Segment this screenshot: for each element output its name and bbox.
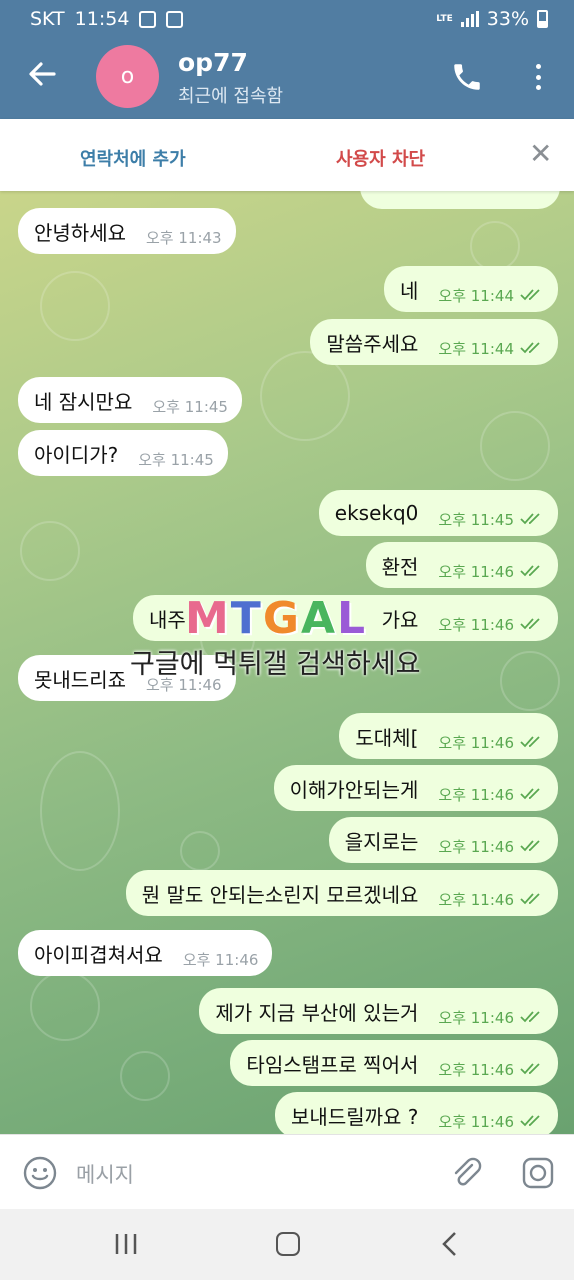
- message-bubble-partial: [360, 191, 560, 209]
- system-nav-bar: [0, 1209, 574, 1280]
- back-arrow-icon[interactable]: [24, 56, 60, 92]
- signal-icon: [460, 11, 479, 27]
- message-time: 오후 11:46: [438, 562, 514, 581]
- message-text: 타임스탬프로 찍어서: [246, 1052, 419, 1077]
- message-text: 도대체[: [355, 725, 419, 750]
- nav-back-icon[interactable]: [440, 1231, 460, 1257]
- message-bubble[interactable]: 아이디가? 오후 11:45: [18, 430, 228, 476]
- message-text-end: 가요: [381, 607, 419, 632]
- avatar-letter: o: [120, 64, 135, 89]
- add-contact-button[interactable]: 연락처에 추가: [80, 145, 186, 171]
- message-bubble[interactable]: 타임스탬프로 찍어서 오후 11:46: [230, 1040, 558, 1086]
- message-text: 내주: [149, 607, 186, 632]
- message-bubble[interactable]: 내주 가요 오후 11:46: [133, 595, 558, 641]
- read-tick-icon: [520, 1063, 540, 1075]
- attach-icon[interactable]: [448, 1155, 484, 1191]
- message-text: 네: [399, 278, 419, 303]
- battery-icon: [537, 10, 548, 28]
- message-bubble[interactable]: 이해가안되는게 오후 11:46: [273, 765, 558, 811]
- message-time: 오후 11:43: [146, 228, 222, 247]
- message-bubble[interactable]: 말씀주세요 오후 11:44: [310, 319, 558, 365]
- read-tick-icon: [520, 565, 540, 577]
- message-text: 제가 지금 부산에 있는거: [215, 1000, 419, 1025]
- last-seen-status: 최근에 접속함: [178, 86, 284, 107]
- message-text: 말씀주세요: [326, 331, 419, 356]
- message-text: 환전: [381, 554, 419, 579]
- message-time: 오후 11:44: [438, 286, 514, 305]
- message-text: 을지로는: [344, 829, 419, 854]
- message-text: 안녕하세요: [34, 220, 126, 245]
- message-time: 오후 11:44: [438, 339, 514, 358]
- message-text: 보내드릴까요 ?: [291, 1104, 419, 1129]
- message-time: 오후 11:46: [182, 950, 259, 969]
- message-time: 오후 11:46: [438, 733, 514, 752]
- message-time: 오후 11:46: [438, 785, 514, 804]
- message-time: 오후 11:45: [138, 450, 214, 469]
- emoji-icon[interactable]: [22, 1155, 58, 1191]
- gallery-notification-icon: [166, 10, 184, 28]
- message-text: 못내드리죠: [34, 667, 126, 692]
- message-time: 오후 11:46: [438, 890, 514, 909]
- read-tick-icon: [520, 840, 540, 852]
- message-time: 오후 11:45: [152, 397, 228, 416]
- message-time: 오후 11:46: [438, 1008, 514, 1027]
- clock: 11:54: [74, 8, 130, 30]
- message-time: 오후 11:46: [146, 675, 222, 694]
- message-bubble[interactable]: 환전 오후 11:46: [365, 542, 558, 588]
- avatar[interactable]: o: [96, 45, 159, 108]
- message-text: 뭔 말도 안되는소린지 모르겠네요: [141, 882, 419, 907]
- message-bubble[interactable]: 못내드리죠 오후 11:46: [18, 655, 236, 701]
- message-text: 아이디가?: [34, 442, 119, 467]
- close-icon[interactable]: ✕: [529, 139, 552, 169]
- message-text: eksekq0: [334, 501, 419, 525]
- message-bubble[interactable]: 아이피겹쳐서요 오후 11:46: [18, 930, 273, 976]
- chat-header: o op77 최근에 접속함: [0, 40, 574, 119]
- chat-area[interactable]: 안녕하세요 오후 11:43 네 오후 11:44 말씀주세요 오후 11:44…: [0, 191, 574, 1134]
- message-time: 오후 11:46: [438, 615, 514, 634]
- read-tick-icon: [520, 788, 540, 800]
- read-tick-icon: [520, 618, 540, 630]
- read-tick-icon: [520, 1115, 540, 1127]
- message-text: 아이피겹쳐서요: [34, 942, 163, 967]
- carrier: SKT: [30, 8, 65, 30]
- network-type: LTE: [436, 13, 453, 24]
- message-bubble[interactable]: 네 오후 11:44: [383, 266, 558, 312]
- read-tick-icon: [520, 289, 540, 301]
- message-bubble[interactable]: 네 잠시만요 오후 11:45: [18, 377, 242, 423]
- more-vert-icon[interactable]: [524, 60, 552, 94]
- phone-icon[interactable]: [450, 60, 484, 94]
- read-tick-icon: [520, 893, 540, 905]
- message-bubble[interactable]: 안녕하세요 오후 11:43: [18, 208, 236, 254]
- message-bubble[interactable]: 뭔 말도 안되는소린지 모르겠네요 오후 11:46: [125, 870, 558, 916]
- block-user-button[interactable]: 사용자 차단: [336, 145, 425, 171]
- read-tick-icon: [520, 736, 540, 748]
- message-text: 이해가안되는게: [289, 777, 419, 802]
- message-time: 오후 11:45: [438, 510, 514, 529]
- message-bubble[interactable]: 보내드릴까요 ? 오후 11:46: [275, 1092, 558, 1134]
- camera-icon[interactable]: [520, 1155, 556, 1191]
- read-tick-icon: [520, 513, 540, 525]
- read-tick-icon: [520, 1011, 540, 1023]
- status-bar: SKT 11:54 LTE 33%: [0, 0, 574, 40]
- message-bubble[interactable]: 제가 지금 부산에 있는거 오후 11:46: [199, 988, 558, 1034]
- home-icon[interactable]: [276, 1232, 300, 1256]
- read-tick-icon: [520, 342, 540, 354]
- message-text: 네 잠시만요: [34, 389, 133, 414]
- message-bubble[interactable]: 도대체[ 오후 11:46: [339, 713, 558, 759]
- battery-percent: 33%: [486, 8, 529, 30]
- chat-title[interactable]: op77: [178, 48, 248, 77]
- message-input-bar: 메시지: [0, 1134, 574, 1209]
- recent-apps-icon[interactable]: [112, 1233, 140, 1255]
- message-bubble[interactable]: eksekq0 오후 11:45: [318, 490, 558, 536]
- message-time: 오후 11:46: [438, 1060, 514, 1079]
- message-time: 오후 11:46: [438, 837, 514, 856]
- message-time: 오후 11:46: [438, 1112, 514, 1131]
- message-bubble[interactable]: 을지로는 오후 11:46: [328, 817, 558, 863]
- app-notification-icon: [139, 10, 157, 28]
- contact-action-bar: 연락처에 추가 사용자 차단 ✕: [0, 119, 574, 191]
- message-input[interactable]: 메시지: [76, 1159, 134, 1189]
